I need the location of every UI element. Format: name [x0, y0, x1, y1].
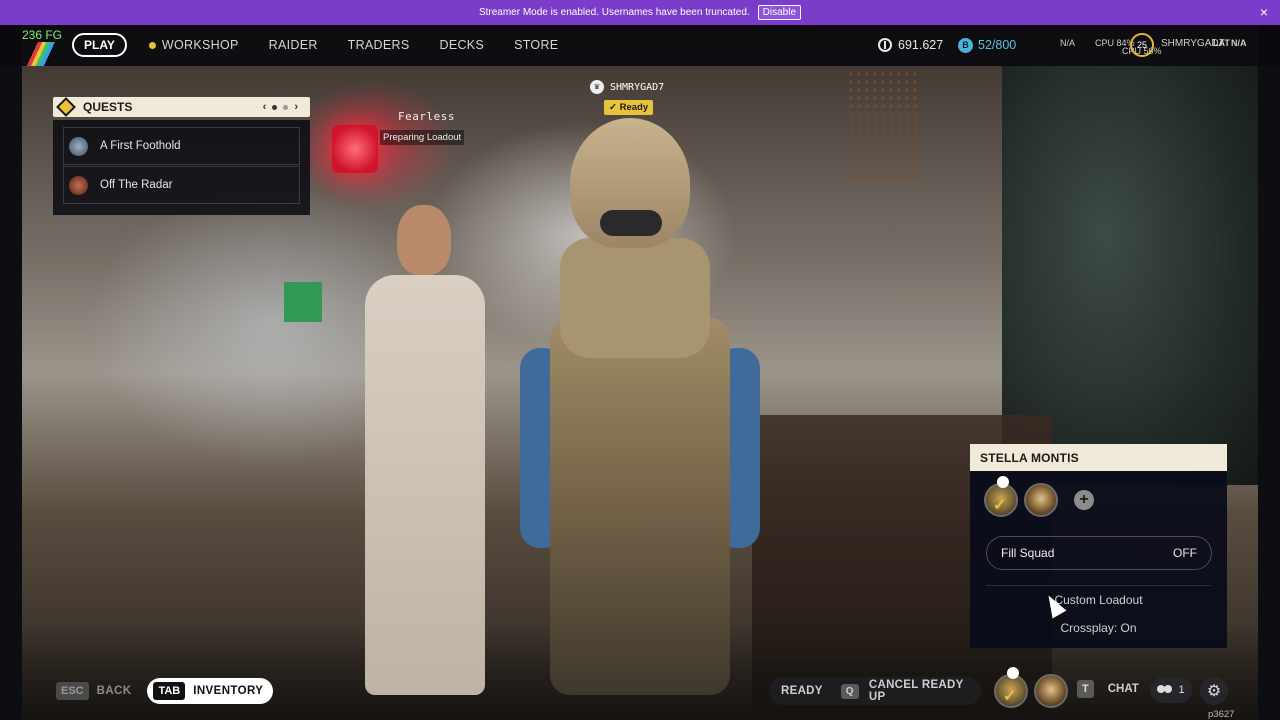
red-lamp: [332, 125, 378, 173]
fill-squad-toggle[interactable]: Fill Squad OFF: [986, 536, 1212, 570]
teammate-character: [355, 205, 495, 695]
quests-pager: ‹ ›: [263, 101, 298, 113]
teammate-body: [365, 275, 485, 695]
t-key: T: [1077, 680, 1094, 698]
teammate-head: [397, 205, 451, 275]
chevron-right-icon[interactable]: ›: [294, 101, 298, 113]
member-avatar-leader[interactable]: ✓: [984, 476, 1018, 517]
crown-icon: [997, 476, 1009, 488]
ready-badge: ✓ Ready: [604, 100, 654, 115]
b-currency-icon: B: [958, 37, 973, 53]
coin-icon: [878, 38, 892, 52]
coins-value: 691.627: [898, 38, 944, 52]
teammate-name: Fearless: [398, 110, 455, 123]
member-avatar[interactable]: [1034, 674, 1068, 708]
player-character: [520, 118, 760, 695]
page-dot[interactable]: [283, 104, 289, 110]
latency-value: N/A: [1231, 38, 1247, 48]
streamer-mode-text: Streamer Mode is enabled. Usernames have…: [478, 7, 750, 18]
chevron-left-icon[interactable]: ‹: [263, 101, 267, 113]
inventory-label: INVENTORY: [193, 685, 264, 697]
custom-loadout-button[interactable]: Custom Loadout: [970, 593, 1227, 607]
crown-icon: [1007, 667, 1019, 679]
page-dot-active[interactable]: [272, 104, 278, 110]
notification-dot-icon: [148, 41, 156, 49]
quests-title: QUESTS: [83, 100, 133, 114]
quest-portrait-icon: [69, 136, 88, 156]
esc-key: ESC: [56, 682, 89, 700]
quest-item[interactable]: Off The Radar: [63, 166, 300, 204]
nav-traders[interactable]: TRADERS: [348, 38, 410, 52]
hud-stat-1: N/A: [1060, 38, 1076, 48]
play-button[interactable]: PLAY: [72, 33, 127, 57]
close-icon[interactable]: ×: [1260, 4, 1268, 20]
cancel-ready-button[interactable]: CANCEL READY UP: [869, 679, 969, 703]
quests-header: QUESTS ‹ ›: [53, 97, 310, 117]
player-name: SHMRYGAD7: [610, 81, 665, 93]
squad-panel: STELLA MONTIS ✓ + Fill Squad OFF Custom …: [970, 444, 1227, 648]
member-avatar[interactable]: [1024, 483, 1058, 517]
player-nameplate: ♛ SHMRYGAD7: [590, 80, 664, 94]
game-logo: [22, 42, 64, 66]
nav-workshop[interactable]: WORKSHOP: [148, 38, 239, 52]
divider: [986, 585, 1211, 586]
quest-diamond-icon: [56, 97, 76, 117]
nav-workshop-label: WORKSHOP: [161, 38, 239, 52]
build-version: p3627: [1208, 709, 1235, 720]
latency-label: LAT: [1213, 38, 1230, 48]
squad-members: ✓ +: [984, 476, 1094, 517]
fill-squad-label: Fill Squad: [1001, 546, 1055, 560]
exit-sign: [284, 282, 322, 322]
squad-title: STELLA MONTIS: [970, 444, 1227, 471]
friends-button[interactable]: 1: [1150, 677, 1192, 703]
main-nav: PLAY WORKSHOP RAIDER TRADERS DECKS STORE: [72, 33, 588, 57]
quest-portrait-icon: [69, 175, 88, 195]
fps-counter: 236 FG: [22, 28, 63, 42]
gear-icon[interactable]: ⚙: [1200, 677, 1228, 705]
teammate-status: Preparing Loadout: [380, 130, 465, 145]
tab-key: TAB: [153, 682, 186, 700]
nav-raider[interactable]: RAIDER: [269, 38, 318, 52]
quest-label: A First Foothold: [100, 140, 181, 152]
streamer-mode-banner: Streamer Mode is enabled. Usernames have…: [0, 0, 1280, 25]
fill-squad-value: OFF: [1173, 546, 1197, 560]
friends-icon: [1157, 685, 1173, 695]
add-member-button[interactable]: +: [1074, 490, 1094, 510]
chat-button[interactable]: T CHAT: [1077, 680, 1139, 698]
capacity-stat: B 52/800: [958, 35, 1016, 55]
capacity-value: 52/800: [978, 38, 1017, 52]
player-goggles: [600, 210, 662, 236]
bottom-left-controls: ESC BACK TAB INVENTORY: [56, 678, 274, 704]
quest-item[interactable]: A First Foothold: [63, 127, 300, 165]
inventory-button[interactable]: TAB INVENTORY: [147, 678, 274, 704]
level-badge[interactable]: 25: [1130, 33, 1154, 57]
q-key: Q: [840, 683, 859, 699]
nav-decks[interactable]: DECKS: [440, 38, 485, 52]
chat-label: CHAT: [1107, 683, 1139, 695]
bottom-squad-avatars: ✓: [994, 667, 1068, 708]
ready-label: READY: [781, 685, 823, 697]
player-body: [550, 318, 730, 695]
back-button[interactable]: BACK: [97, 685, 132, 697]
quest-label: Off The Radar: [100, 179, 173, 191]
quests-list: A First Foothold Off The Radar: [53, 120, 310, 215]
crossplay-toggle[interactable]: Crossplay: On: [970, 621, 1227, 635]
player-scarf: [560, 238, 710, 358]
coins-stat: 691.627: [878, 35, 943, 55]
ready-check-icon: ✓: [993, 497, 1007, 514]
quests-panel: QUESTS ‹ › A First Foothold Off The Rada…: [53, 97, 310, 215]
crown-icon: ♛: [590, 80, 604, 94]
ready-check-icon: ✓: [1003, 688, 1017, 705]
ready-controls[interactable]: READY Q CANCEL READY UP: [769, 677, 981, 705]
member-avatar-leader[interactable]: ✓: [994, 667, 1028, 708]
disable-streamer-mode-button[interactable]: Disable: [757, 5, 802, 20]
nav-store[interactable]: STORE: [514, 38, 558, 52]
friends-count: 1: [1178, 684, 1185, 696]
led-sign: [847, 70, 917, 180]
